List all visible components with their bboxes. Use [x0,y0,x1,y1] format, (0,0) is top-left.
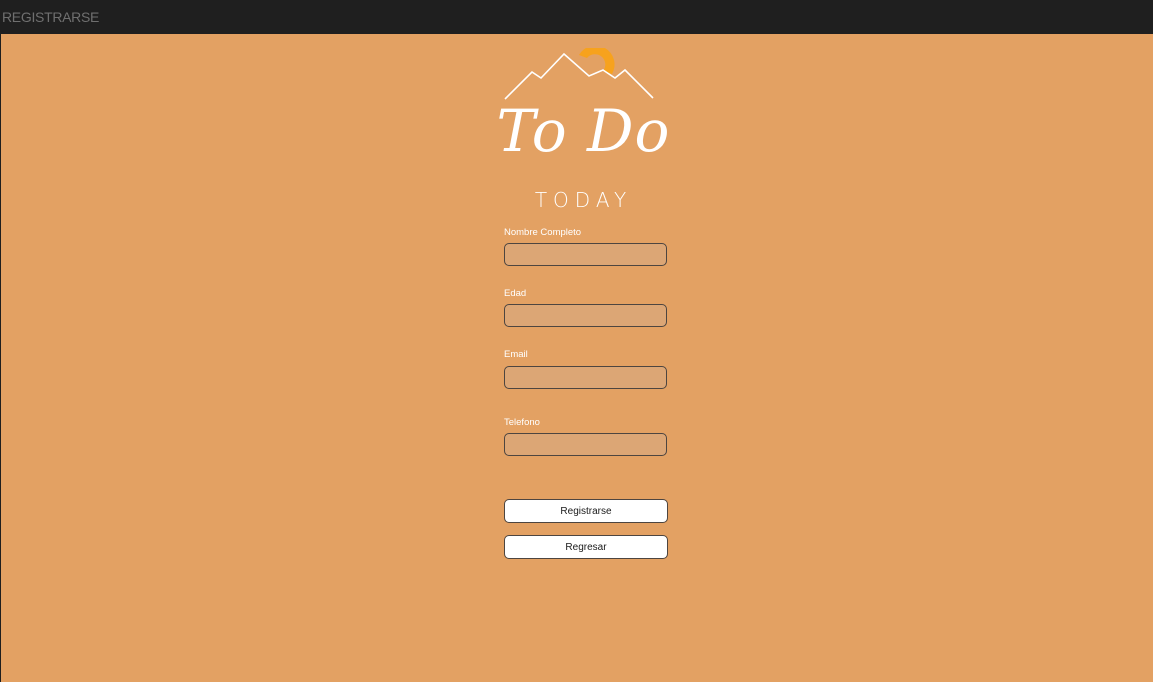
age-label: Edad [504,288,527,299]
title-bar: REGISTRARSE [0,0,1153,34]
app-logo: To Do TODAY [491,48,676,212]
window-title: REGISTRARSE [2,9,100,25]
email-input[interactable] [504,366,667,389]
back-button[interactable]: Regresar [504,535,668,559]
register-button[interactable]: Registrarse [504,499,668,523]
full-name-input[interactable] [504,243,667,266]
full-name-label: Nombre Completo [504,227,582,238]
logo-subtitle: TODAY [534,188,633,212]
phone-label: Telefono [504,417,540,428]
registration-screen: To Do TODAY Nombre Completo Edad Email T… [1,34,1153,682]
phone-input[interactable] [504,433,667,456]
age-input[interactable] [504,304,667,327]
email-label: Email [504,349,528,360]
logo-title: To Do [496,97,671,165]
